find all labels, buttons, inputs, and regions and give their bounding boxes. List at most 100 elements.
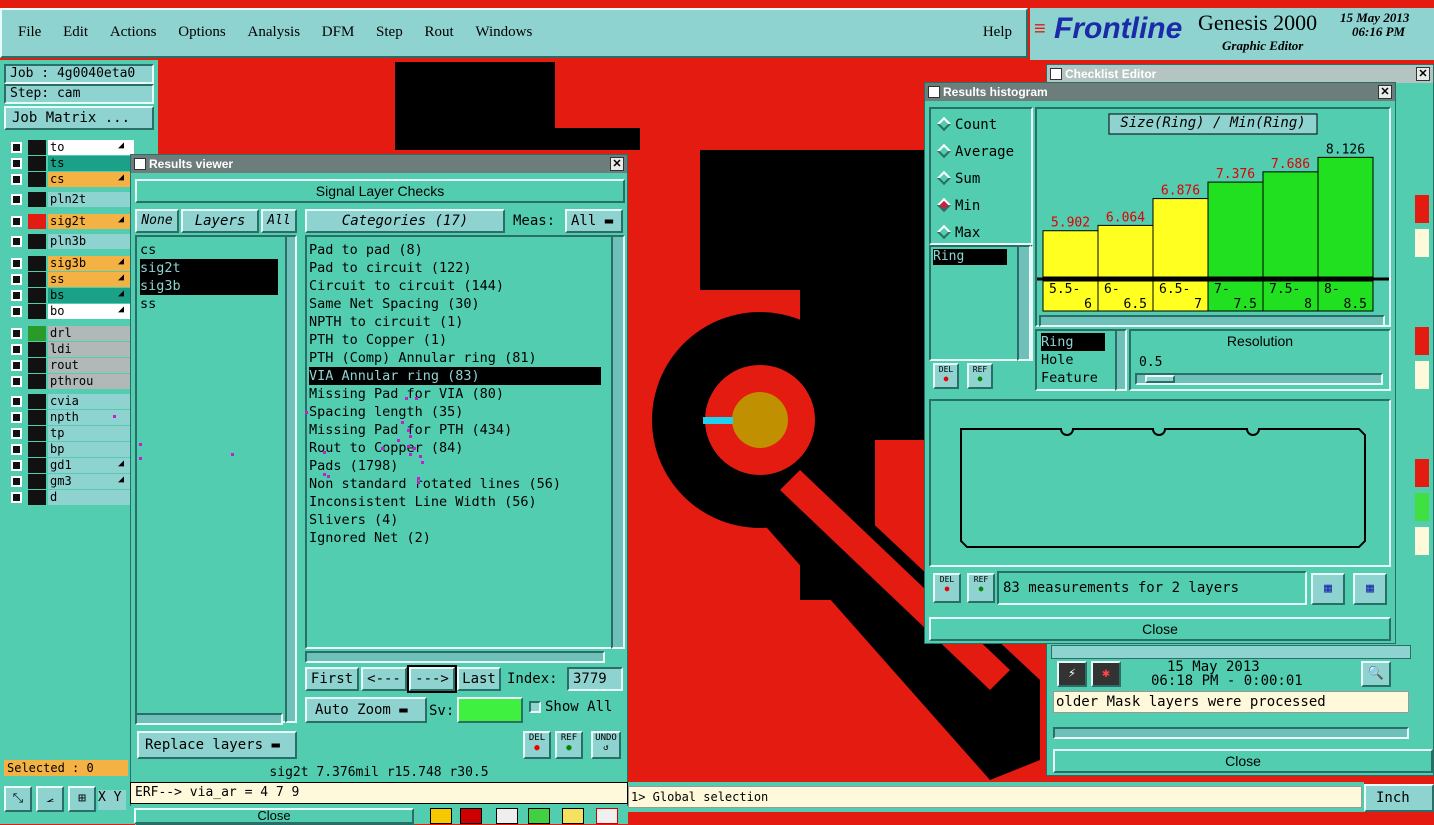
zoom-mode-select[interactable]: Auto Zoom ▬	[305, 697, 427, 723]
close-button[interactable]: Close	[134, 808, 414, 824]
range-item[interactable]: Hole	[1041, 351, 1105, 369]
window-menu-icon[interactable]	[928, 86, 940, 98]
category-item[interactable]: Rout to Copper (84)	[309, 439, 601, 457]
histogram-icon[interactable]	[596, 808, 618, 824]
layer-row-sig2t[interactable]: sig2t ◢	[8, 214, 134, 229]
layer-color-swatch[interactable]	[28, 256, 46, 271]
menu-edit[interactable]: Edit	[63, 24, 88, 41]
histogram-bar[interactable]	[1207, 181, 1264, 278]
tool-icon[interactable]	[430, 808, 452, 824]
next-button[interactable]: --->	[407, 665, 457, 693]
layer-row-rout[interactable]: rout	[8, 358, 134, 373]
layer-row-pln2t[interactable]: pln2t	[8, 192, 134, 207]
tool-icon[interactable]	[562, 808, 584, 824]
menu-windows[interactable]: Windows	[475, 24, 532, 41]
layer-name[interactable]: bp	[48, 442, 134, 457]
layer-color-swatch[interactable]	[28, 426, 46, 441]
layer-name[interactable]: cvia	[48, 394, 134, 409]
histogram-close-button[interactable]: Close	[929, 617, 1391, 641]
layer-checkbox[interactable]	[11, 360, 22, 371]
hist-ref-button[interactable]: REF ●	[967, 363, 993, 389]
layer-name[interactable]: pthrou	[48, 374, 134, 389]
layer-color-swatch[interactable]	[28, 410, 46, 425]
window-menu-icon[interactable]	[134, 158, 146, 170]
stop-icon[interactable]: ✱	[1091, 661, 1121, 687]
layer-row-cvia[interactable]: cvia	[8, 394, 134, 409]
units-select[interactable]: Inch	[1364, 784, 1434, 812]
layer-row-bp[interactable]: bp	[8, 442, 134, 457]
layer-row-ldi[interactable]: ldi	[8, 342, 134, 357]
category-item[interactable]: PTH to Copper (1)	[309, 331, 601, 349]
category-item[interactable]: Pad to circuit (122)	[309, 259, 601, 277]
layer-name[interactable]: tp	[48, 426, 134, 441]
mode-max-radio[interactable]: Max	[931, 223, 1029, 243]
layer-color-swatch[interactable]	[28, 272, 46, 287]
layer-checkbox[interactable]	[11, 412, 22, 423]
layer-row-d[interactable]: d	[8, 490, 134, 505]
layer-color-swatch[interactable]	[28, 234, 46, 249]
export-chart-icon[interactable]: ▦	[1311, 573, 1345, 605]
measure-icon[interactable]: ⦟	[36, 786, 64, 812]
layer-checkbox[interactable]	[11, 174, 22, 185]
results-viewer-titlebar[interactable]: Results viewer ✕	[131, 155, 627, 173]
category-item[interactable]: Missing Pad for VIA (80)	[309, 385, 601, 403]
close-icon[interactable]: ✕	[610, 157, 624, 171]
menu-dfm[interactable]: DFM	[322, 24, 355, 41]
categories-button[interactable]: Categories (17)	[305, 209, 505, 233]
attribute-scrollbar[interactable]	[1017, 245, 1031, 361]
close-icon[interactable]: ✕	[1416, 67, 1430, 81]
layer-row-gm3[interactable]: gm3 ◢	[8, 474, 134, 489]
first-button[interactable]: First	[305, 667, 359, 691]
layer-list-item[interactable]: ss	[140, 295, 278, 313]
layer-color-swatch[interactable]	[28, 192, 46, 207]
mode-count-radio[interactable]: Count	[931, 115, 1029, 135]
category-item[interactable]: Ignored Net (2)	[309, 529, 601, 547]
layer-row-pln3b[interactable]: pln3b	[8, 234, 134, 249]
index-input[interactable]: 3779	[567, 667, 623, 691]
layer-name[interactable]: ts	[48, 156, 134, 171]
hist-del-button[interactable]: DEL ●	[933, 363, 959, 389]
layer-row-ss[interactable]: ss ◢	[8, 272, 134, 287]
checklist-close-button[interactable]: Close	[1053, 749, 1433, 773]
del-button[interactable]: DEL ●	[523, 731, 551, 759]
layer-checkbox[interactable]	[11, 258, 22, 269]
layer-row-sig3b[interactable]: sig3b ◢	[8, 256, 134, 271]
category-item[interactable]: Pads (1798)	[309, 457, 601, 475]
layer-checkbox[interactable]	[11, 290, 22, 301]
layer-color-swatch[interactable]	[28, 358, 46, 373]
category-scrollbar[interactable]	[611, 235, 625, 649]
layer-color-swatch[interactable]	[28, 458, 46, 473]
tool-icon[interactable]	[528, 808, 550, 824]
board-preview[interactable]	[113, 397, 1391, 567]
layer-color-swatch[interactable]	[28, 214, 46, 229]
layer-row-bo[interactable]: bo ◢	[8, 304, 134, 319]
layer-checkbox[interactable]	[11, 444, 22, 455]
layer-checkbox[interactable]	[11, 396, 22, 407]
layer-color-swatch[interactable]	[28, 156, 46, 171]
layer-row-tp[interactable]: tp	[8, 426, 134, 441]
layer-color-swatch[interactable]	[28, 442, 46, 457]
category-item[interactable]: Same Net Spacing (30)	[309, 295, 601, 313]
run-icon[interactable]: ⚡	[1057, 661, 1087, 687]
menu-rout[interactable]: Rout	[424, 24, 453, 41]
layer-checkbox[interactable]	[11, 306, 22, 317]
layer-checkbox[interactable]	[11, 274, 22, 285]
layer-name[interactable]: d	[48, 490, 134, 505]
histogram-bar[interactable]	[1097, 224, 1154, 278]
layer-checkbox[interactable]	[11, 428, 22, 439]
layer-color-swatch[interactable]	[28, 342, 46, 357]
layer-row-to[interactable]: to ◢	[8, 140, 134, 155]
menu-analysis[interactable]: Analysis	[248, 24, 301, 41]
category-item[interactable]: Inconsistent Line Width (56)	[309, 493, 601, 511]
range-item[interactable]: Feature	[1041, 369, 1105, 387]
command-line[interactable]: ERF--> via_ar = 4 7 9	[130, 782, 628, 804]
layer-row-pthrou[interactable]: pthrou	[8, 374, 134, 389]
histogram-bar[interactable]	[1317, 156, 1374, 278]
preview-ref-button[interactable]: REF ●	[967, 573, 995, 603]
tool-icon[interactable]	[460, 808, 482, 824]
mode-average-radio[interactable]: Average	[931, 142, 1029, 162]
layer-checkbox[interactable]	[11, 328, 22, 339]
layer-select-list[interactable]: cs sig2t sig3b ss	[135, 235, 295, 723]
histogram-bar[interactable]	[1042, 230, 1099, 278]
layer-color-swatch[interactable]	[28, 326, 46, 341]
